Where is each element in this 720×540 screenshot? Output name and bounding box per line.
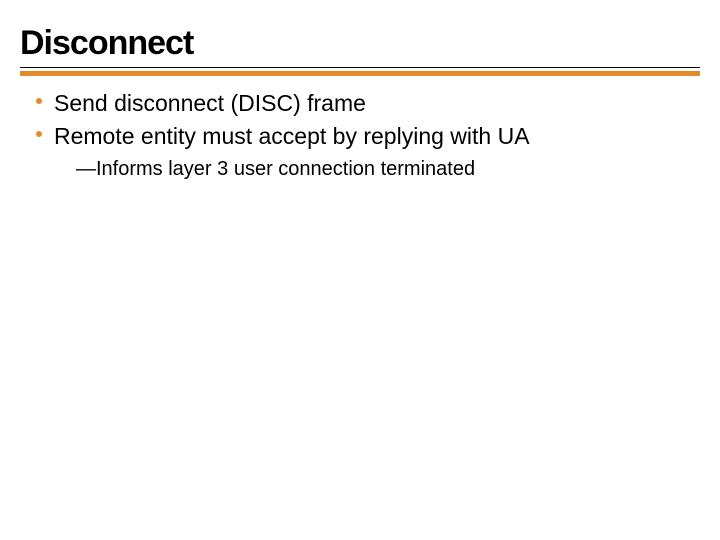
title-rule: [20, 67, 700, 76]
sub-bullet-item: —Informs layer 3 user connection termina…: [76, 156, 700, 183]
emdash-icon: —: [76, 158, 96, 180]
bullet-text: Remote entity must accept by replying wi…: [54, 123, 530, 149]
bullet-item: Remote entity must accept by replying wi…: [26, 121, 700, 183]
slide-title: Disconnect: [20, 24, 700, 63]
bullet-list: Send disconnect (DISC) frame Remote enti…: [26, 88, 700, 183]
sub-bullet-text: Informs layer 3 user connection terminat…: [96, 158, 475, 180]
slide-content: Send disconnect (DISC) frame Remote enti…: [20, 88, 700, 183]
rule-thick: [20, 71, 700, 76]
sub-bullet-list: —Informs layer 3 user connection termina…: [54, 156, 700, 183]
slide: Disconnect Send disconnect (DISC) frame …: [0, 0, 720, 540]
bullet-dot-icon: [36, 98, 42, 104]
bullet-text: Send disconnect (DISC) frame: [54, 90, 366, 116]
rule-thin: [20, 67, 700, 68]
bullet-item: Send disconnect (DISC) frame: [26, 88, 700, 119]
bullet-dot-icon: [36, 131, 42, 137]
